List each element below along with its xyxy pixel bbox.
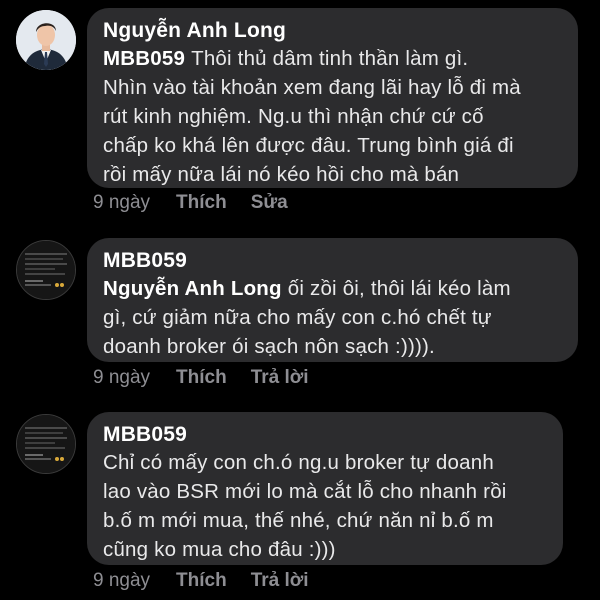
comment-line: Nhìn vào tài khoản xem đang lãi hay lỗ đ…: [103, 76, 521, 99]
comment-text: MBB059 Thôi thủ dâm tinh thần làm gì. Nhì…: [103, 44, 562, 189]
comment-line: lao vào BSR mới lo mà cắt lỗ cho nhanh r…: [103, 480, 507, 503]
comment-author[interactable]: MBB059: [103, 248, 562, 274]
comment-line: MBB059 Thôi thủ dâm tinh thần làm gì.: [103, 44, 562, 73]
screenshot-thumbnail-icon: [17, 241, 75, 299]
comment-line: b.ố m mới mua, thế nhé, chứ năn nỉ b.ố m: [103, 509, 494, 532]
comment-author[interactable]: Nguyễn Anh Long: [103, 18, 562, 44]
comment-line: cũng ko mua cho đâu :))): [103, 538, 336, 561]
comment-line-text: Thôi thủ dâm tinh thần làm gì.: [191, 47, 469, 70]
avatar[interactable]: [16, 240, 76, 300]
comment-line: gì, cứ giảm nữa cho mấy con c.hó chết tự: [103, 306, 492, 329]
timestamp: 9 ngày: [93, 367, 151, 388]
comment-line: rồi mấy nữa lái nó kéo hồi cho mà bán: [103, 163, 460, 186]
reply-button[interactable]: Trả lời: [251, 367, 309, 389]
comment-author[interactable]: MBB059: [103, 422, 547, 448]
avatar[interactable]: [16, 414, 76, 474]
comment-text: Chỉ có mấy con ch.ó ng.u broker tự doanh…: [103, 448, 547, 564]
mention-link[interactable]: Nguyễn Anh Long: [103, 277, 282, 300]
person-avatar-icon: [16, 10, 76, 70]
like-button[interactable]: Thích: [176, 192, 227, 214]
timestamp: 9 ngày: [93, 192, 151, 213]
timestamp: 9 ngày: [93, 570, 151, 591]
comment-bubble: MBB059 Chỉ có mấy con ch.ó ng.u broker t…: [87, 412, 563, 565]
comment-actions: 9 ngày Thích Trả lời: [93, 570, 333, 592]
comment-actions: 9 ngày Thích Sửa: [93, 192, 312, 214]
comment-line: Chỉ có mấy con ch.ó ng.u broker tự doanh: [103, 451, 494, 474]
screenshot-thumbnail-icon: [17, 415, 75, 473]
comment-text: Nguyễn Anh Long ối zồi ôi, thôi lái kéo l…: [103, 274, 562, 361]
comment-actions: 9 ngày Thích Trả lời: [93, 367, 333, 389]
reply-button[interactable]: Trả lời: [251, 570, 309, 592]
mention-link[interactable]: MBB059: [103, 47, 185, 70]
comment-line: doanh broker ói sạch nôn sạch :)))).: [103, 335, 435, 358]
like-button[interactable]: Thích: [176, 570, 227, 592]
comment-bubble: Nguyễn Anh Long MBB059 Thôi thủ dâm tinh …: [87, 8, 578, 188]
comment-line: Nguyễn Anh Long ối zồi ôi, thôi lái kéo l…: [103, 274, 562, 303]
like-button[interactable]: Thích: [176, 367, 227, 389]
comment-bubble: MBB059 Nguyễn Anh Long ối zồi ôi, thôi lá…: [87, 238, 578, 362]
edit-button[interactable]: Sửa: [251, 192, 288, 214]
comment-line: chấp ko khá lên được đâu. Trung bình giá…: [103, 134, 514, 157]
avatar[interactable]: [16, 10, 76, 70]
comment-line: rút kinh nghiệm. Ng.u thì nhận chứ cứ cố: [103, 105, 484, 128]
comment-line-text: ối zồi ôi, thôi lái kéo làm: [287, 277, 511, 300]
